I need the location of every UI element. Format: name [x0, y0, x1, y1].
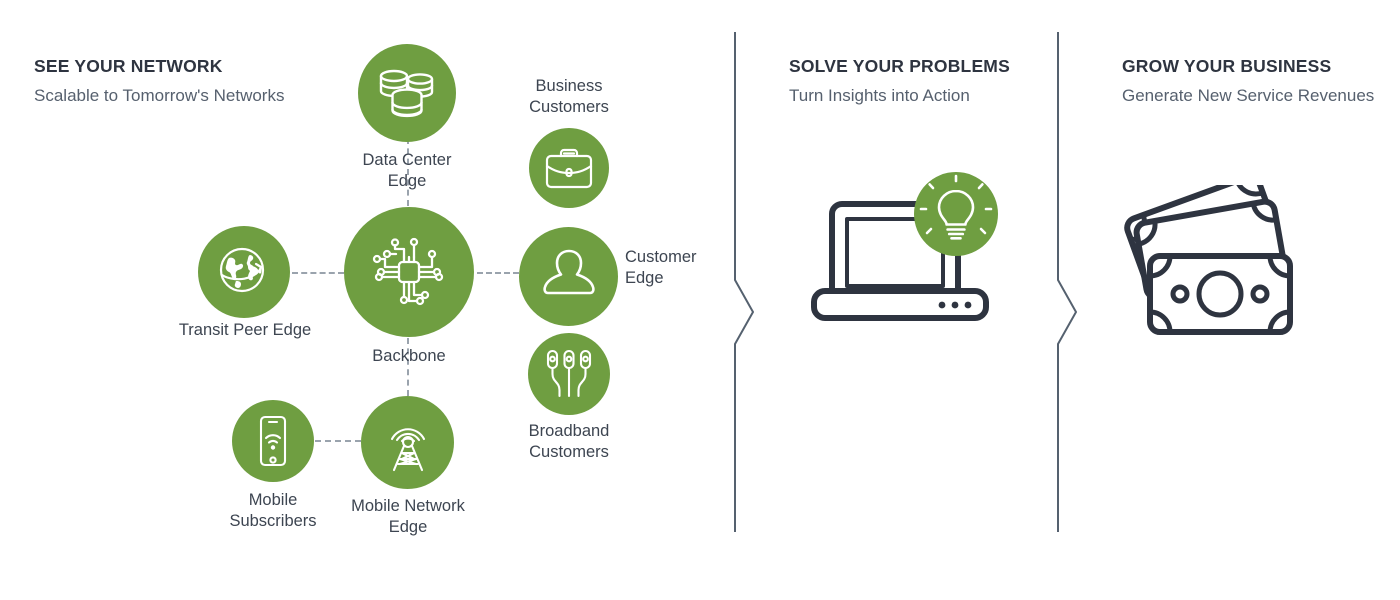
chevron-right-divider-icon	[718, 32, 755, 536]
briefcase-icon	[545, 147, 593, 189]
network-node-broadband-customers[interactable]	[528, 333, 610, 415]
person-icon	[540, 247, 598, 307]
fiber-connectors-icon	[543, 348, 595, 400]
section-subtitle-solve-your-problems: Turn Insights into Action	[789, 86, 970, 105]
network-node-label-transit-peer-edge: Transit Peer Edge	[178, 321, 312, 339]
section-title-grow-your-business: GROW YOUR BUSINESS	[1122, 56, 1332, 76]
network-node-transit-peer-edge[interactable]	[198, 226, 290, 318]
database-stack-icon	[378, 66, 436, 120]
network-node-label-mobile-network-edge: Mobile Network Edge	[351, 497, 465, 537]
network-node-label-business-customers: Business Customers	[529, 77, 609, 117]
infographic-canvas: SEE YOUR NETWORK Scalable to Tomorrow's …	[0, 0, 1400, 600]
section-subtitle-see-your-network: Scalable to Tomorrow's Networks	[34, 86, 285, 105]
globe-icon	[215, 243, 273, 301]
network-node-label-data-center-edge: Data Center Edge	[362, 151, 452, 191]
illustration-banknotes	[1118, 173, 1314, 345]
section-title-see-your-network: SEE YOUR NETWORK	[34, 56, 223, 76]
network-node-backbone[interactable]	[344, 207, 474, 337]
cell-tower-icon	[377, 412, 439, 474]
connector-transit-to-backbone	[292, 272, 344, 274]
network-node-mobile-network-edge[interactable]	[361, 396, 454, 489]
network-node-customer-edge[interactable]	[519, 227, 618, 326]
connector-backbone-to-customer-edge	[477, 272, 519, 274]
divider-1	[718, 32, 755, 532]
network-node-data-center-edge[interactable]	[358, 44, 456, 142]
network-node-label-backbone: Backbone	[372, 347, 446, 365]
network-node-label-broadband-customers: Broadband Customers	[528, 422, 610, 462]
divider-2	[1041, 32, 1078, 532]
connector-mobile-sub-to-mobile-edge	[315, 440, 361, 442]
network-node-business-customers[interactable]	[529, 128, 609, 208]
section-subtitle-grow-your-business: Generate New Service Revenues	[1122, 86, 1375, 105]
network-node-mobile-subscribers[interactable]	[232, 400, 314, 482]
illustration-laptop-lightbulb	[800, 172, 1000, 337]
smartphone-wifi-icon	[255, 415, 291, 467]
circuit-chip-icon	[370, 233, 448, 311]
money-banknotes-icon	[1118, 173, 1314, 344]
chevron-right-divider-icon	[1041, 32, 1078, 536]
section-title-solve-your-problems: SOLVE YOUR PROBLEMS	[789, 56, 1010, 76]
